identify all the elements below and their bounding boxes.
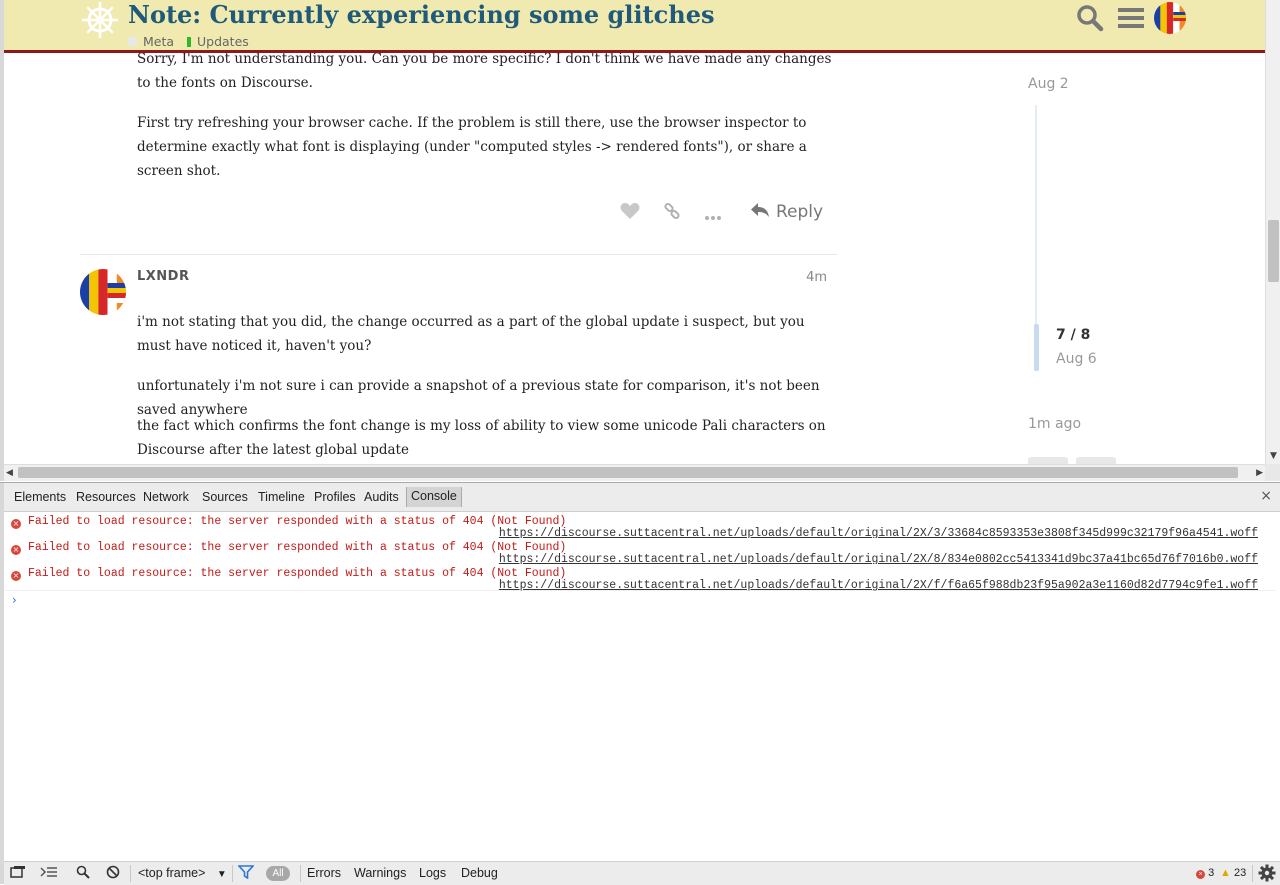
window-border bbox=[0, 0, 4, 481]
category-name: Updates bbox=[197, 34, 249, 49]
timeline-start-date[interactable]: Aug 2 bbox=[1028, 76, 1069, 92]
separator bbox=[130, 865, 131, 882]
category-name: Meta bbox=[143, 34, 175, 49]
separator bbox=[300, 865, 301, 882]
console-error-message: × Failed to load resource: the server re… bbox=[4, 512, 1276, 540]
filter-funnel-icon[interactable] bbox=[237, 865, 255, 882]
error-icon: × bbox=[11, 545, 21, 555]
prompt-chevron-icon: › bbox=[12, 593, 17, 607]
scroll-corner bbox=[1265, 464, 1280, 481]
filter-all[interactable]: All bbox=[266, 866, 290, 881]
web-page-viewport: Sorry, I'm not understanding you. Can yo… bbox=[0, 0, 1280, 481]
reply-button[interactable]: Reply bbox=[750, 198, 823, 226]
filter-debug[interactable]: Debug bbox=[461, 866, 498, 880]
scroll-left-arrow-icon[interactable]: ◀ bbox=[6, 465, 13, 481]
warning-count: 23 bbox=[1233, 867, 1247, 879]
tab-sources[interactable]: Sources bbox=[202, 490, 248, 504]
error-count: 3 bbox=[1208, 867, 1215, 879]
error-source-link[interactable]: https://discourse.suttacentral.net/uploa… bbox=[499, 579, 1258, 592]
error-text: Failed to load resource: the server resp… bbox=[28, 515, 567, 528]
post-paragraph: First try refreshing your browser cache.… bbox=[137, 115, 807, 179]
filter-warnings[interactable]: Warnings bbox=[354, 866, 406, 880]
search-icon[interactable] bbox=[1076, 4, 1104, 36]
console-error-message: × Failed to load resource: the server re… bbox=[4, 538, 1276, 566]
share-link-icon[interactable] bbox=[663, 202, 681, 224]
tab-audits[interactable]: Audits bbox=[364, 490, 399, 504]
show-drawer-icon[interactable] bbox=[40, 865, 58, 882]
site-header: Note: Currently experiencing some glitch… bbox=[4, 0, 1266, 53]
devtools-status-bar: <top frame> ▼ All Errors Warnings Logs D… bbox=[4, 861, 1280, 885]
horizontal-scrollbar-thumb[interactable] bbox=[18, 467, 1238, 478]
post-paragraph: the fact which confirms the font change … bbox=[137, 418, 826, 458]
post-username[interactable]: LXNDR bbox=[137, 269, 190, 284]
topic-title[interactable]: Note: Currently experiencing some glitch… bbox=[128, 0, 715, 29]
more-options-icon[interactable] bbox=[705, 206, 721, 225]
vertical-scrollbar[interactable]: ▼ bbox=[1265, 0, 1280, 464]
post-divider bbox=[80, 254, 837, 255]
console-prompt: › bbox=[4, 593, 1276, 611]
dropdown-arrow-icon: ▼ bbox=[216, 869, 227, 880]
console-input[interactable] bbox=[28, 593, 1272, 611]
vertical-scrollbar-thumb[interactable] bbox=[1268, 220, 1279, 282]
tab-timeline[interactable]: Timeline bbox=[258, 490, 305, 504]
timeline-position-date: Aug 6 bbox=[1056, 351, 1097, 367]
tab-network[interactable]: Network bbox=[143, 490, 189, 504]
console-error-message: × Failed to load resource: the server re… bbox=[4, 564, 1276, 592]
error-text: Failed to load resource: the server resp… bbox=[28, 541, 567, 554]
error-icon: × bbox=[1196, 870, 1205, 879]
like-heart-icon[interactable] bbox=[620, 202, 640, 224]
timeline-last-activity[interactable]: 1m ago bbox=[1028, 416, 1081, 432]
frame-select[interactable]: <top frame> ▼ bbox=[138, 866, 227, 880]
post-date[interactable]: 4m bbox=[795, 270, 827, 285]
horizontal-scrollbar[interactable]: ◀ ▶ bbox=[4, 464, 1265, 481]
post-paragraph: i'm not stating that you did, the change… bbox=[137, 314, 805, 354]
close-devtools-icon[interactable]: × bbox=[1260, 488, 1272, 504]
category-color-swatch bbox=[187, 36, 191, 47]
avatar[interactable] bbox=[80, 269, 126, 315]
post-paragraph: Sorry, I'm not understanding you. Can yo… bbox=[137, 51, 832, 91]
category-badge-meta[interactable]: Meta bbox=[128, 34, 174, 49]
filter-logs[interactable]: Logs bbox=[419, 866, 446, 880]
timeline-position: 7 / 8 bbox=[1056, 327, 1091, 343]
filter-errors[interactable]: Errors bbox=[307, 866, 341, 880]
separator bbox=[232, 865, 233, 882]
error-icon: × bbox=[11, 519, 21, 529]
separator bbox=[1252, 865, 1253, 882]
tab-elements[interactable]: Elements bbox=[14, 490, 66, 504]
devtools-tab-bar: Elements Resources Network Sources Timel… bbox=[4, 483, 1280, 512]
scroll-down-arrow-icon[interactable]: ▼ bbox=[1266, 449, 1280, 464]
scroll-right-arrow-icon[interactable]: ▶ bbox=[1256, 465, 1263, 481]
post-actions: Reply bbox=[600, 198, 832, 226]
error-text: Failed to load resource: the server resp… bbox=[28, 567, 567, 580]
reply-label: Reply bbox=[776, 202, 824, 222]
devtools-panel: Elements Resources Network Sources Timel… bbox=[0, 482, 1280, 885]
warning-counter[interactable]: ▲ 23 bbox=[1220, 867, 1246, 879]
settings-gear-icon[interactable] bbox=[1258, 864, 1276, 885]
error-counter[interactable]: × 3 bbox=[1196, 867, 1214, 879]
dock-icon[interactable] bbox=[10, 865, 26, 882]
category-badge-updates[interactable]: Updates bbox=[187, 34, 249, 49]
clear-console-icon[interactable] bbox=[106, 865, 120, 882]
tab-resources[interactable]: Resources bbox=[76, 490, 136, 504]
tab-console[interactable]: Console bbox=[406, 487, 462, 507]
category-color-swatch bbox=[128, 37, 137, 46]
error-icon: × bbox=[11, 571, 21, 581]
dharma-wheel-logo-icon[interactable] bbox=[81, 1, 119, 39]
user-avatar[interactable] bbox=[1154, 2, 1186, 34]
warning-icon: ▲ bbox=[1220, 867, 1231, 879]
search-icon[interactable] bbox=[76, 865, 90, 882]
reply-arrow-icon bbox=[750, 202, 770, 223]
timeline-handle[interactable] bbox=[1034, 324, 1039, 371]
tab-profiles[interactable]: Profiles bbox=[314, 490, 356, 504]
frame-select-value: <top frame> bbox=[138, 866, 206, 880]
hamburger-menu-icon[interactable] bbox=[1118, 6, 1144, 34]
